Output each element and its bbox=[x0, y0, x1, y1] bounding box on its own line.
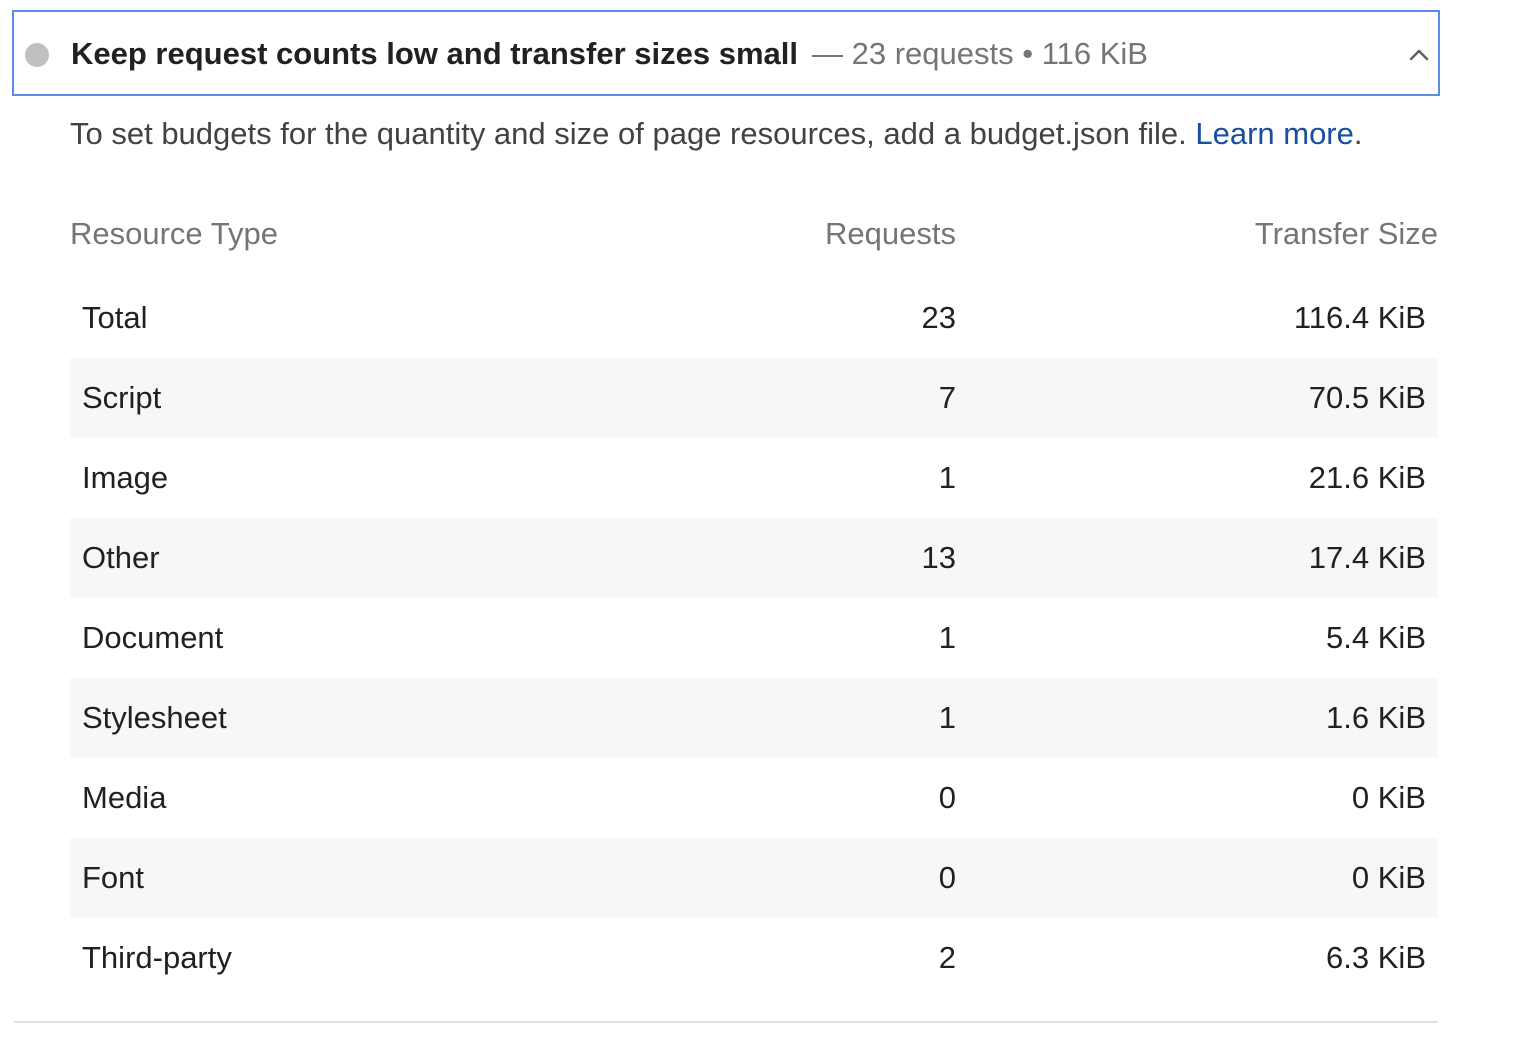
audit-panel: Keep request counts low and transfer siz… bbox=[0, 0, 1540, 1050]
cell-requests: 0 bbox=[938, 780, 956, 815]
table-row: Script 7 70.5 KiB bbox=[70, 358, 1438, 438]
header-resource-type: Resource Type bbox=[70, 216, 278, 251]
learn-more-link[interactable]: Learn more bbox=[1195, 116, 1354, 151]
header-transfer-size: Transfer Size bbox=[1254, 216, 1438, 251]
audit-header-toggle[interactable]: Keep request counts low and transfer siz… bbox=[12, 10, 1440, 96]
cell-transfer-size: 17.4 KiB bbox=[1308, 540, 1426, 575]
status-dot-icon bbox=[25, 43, 49, 67]
cell-resource-type: Image bbox=[82, 460, 169, 495]
cell-resource-type: Media bbox=[82, 780, 167, 815]
cell-transfer-size: 0 KiB bbox=[1351, 860, 1426, 895]
description-end: . bbox=[1353, 116, 1363, 151]
cell-resource-type: Third-party bbox=[82, 940, 232, 975]
cell-resource-type: Document bbox=[82, 620, 224, 655]
cell-transfer-size: 116.4 KiB bbox=[1293, 300, 1426, 335]
cell-requests: 2 bbox=[938, 940, 956, 975]
cell-requests: 7 bbox=[938, 380, 956, 415]
audit-title: Keep request counts low and transfer siz… bbox=[71, 36, 799, 71]
cell-transfer-size: 21.6 KiB bbox=[1308, 460, 1426, 495]
table-row: Third-party 2 6.3 KiB bbox=[70, 918, 1438, 998]
description-text: To set budgets for the quantity and size… bbox=[70, 116, 1196, 151]
cell-requests: 1 bbox=[938, 460, 956, 495]
resource-summary-table: Resource Type Requests Transfer Size Tot… bbox=[70, 198, 1438, 998]
audit-description: To set budgets for the quantity and size… bbox=[70, 114, 1363, 154]
cell-transfer-size: 1.6 KiB bbox=[1326, 700, 1426, 735]
section-divider bbox=[14, 1021, 1438, 1023]
table-row: Total 23 116.4 KiB bbox=[70, 278, 1438, 358]
table-row: Image 1 21.6 KiB bbox=[70, 438, 1438, 518]
cell-resource-type: Font bbox=[82, 860, 145, 895]
cell-requests: 0 bbox=[938, 860, 956, 895]
cell-transfer-size: 0 KiB bbox=[1351, 780, 1426, 815]
audit-header-text: Keep request counts low and transfer siz… bbox=[71, 34, 1148, 74]
cell-resource-type: Other bbox=[82, 540, 160, 575]
chevron-up-icon[interactable] bbox=[1404, 40, 1434, 70]
table-row: Stylesheet 1 1.6 KiB bbox=[70, 678, 1438, 758]
table-row: Document 1 5.4 KiB bbox=[70, 598, 1438, 678]
table-row: Media 0 0 KiB bbox=[70, 758, 1438, 838]
cell-transfer-size: 5.4 KiB bbox=[1326, 620, 1426, 655]
table-body: Total 23 116.4 KiB Script 7 70.5 KiB Image 1 21.… bbox=[70, 278, 1438, 998]
cell-transfer-size: 70.5 KiB bbox=[1308, 380, 1426, 415]
table-row: Other 13 17.4 KiB bbox=[70, 518, 1438, 598]
cell-resource-type: Stylesheet bbox=[82, 700, 227, 735]
cell-requests: 13 bbox=[921, 540, 956, 575]
cell-requests: 23 bbox=[921, 300, 956, 335]
audit-display-value: — 23 requests • 116 KiB bbox=[812, 36, 1148, 71]
cell-resource-type: Script bbox=[82, 380, 162, 415]
table-row: Font 0 0 KiB bbox=[70, 838, 1438, 918]
header-requests: Requests bbox=[825, 216, 956, 251]
cell-resource-type: Total bbox=[82, 300, 148, 335]
cell-requests: 1 bbox=[938, 620, 956, 655]
table-header: Resource Type Requests Transfer Size bbox=[70, 198, 1438, 278]
cell-requests: 1 bbox=[938, 700, 956, 735]
cell-transfer-size: 6.3 KiB bbox=[1326, 940, 1426, 975]
